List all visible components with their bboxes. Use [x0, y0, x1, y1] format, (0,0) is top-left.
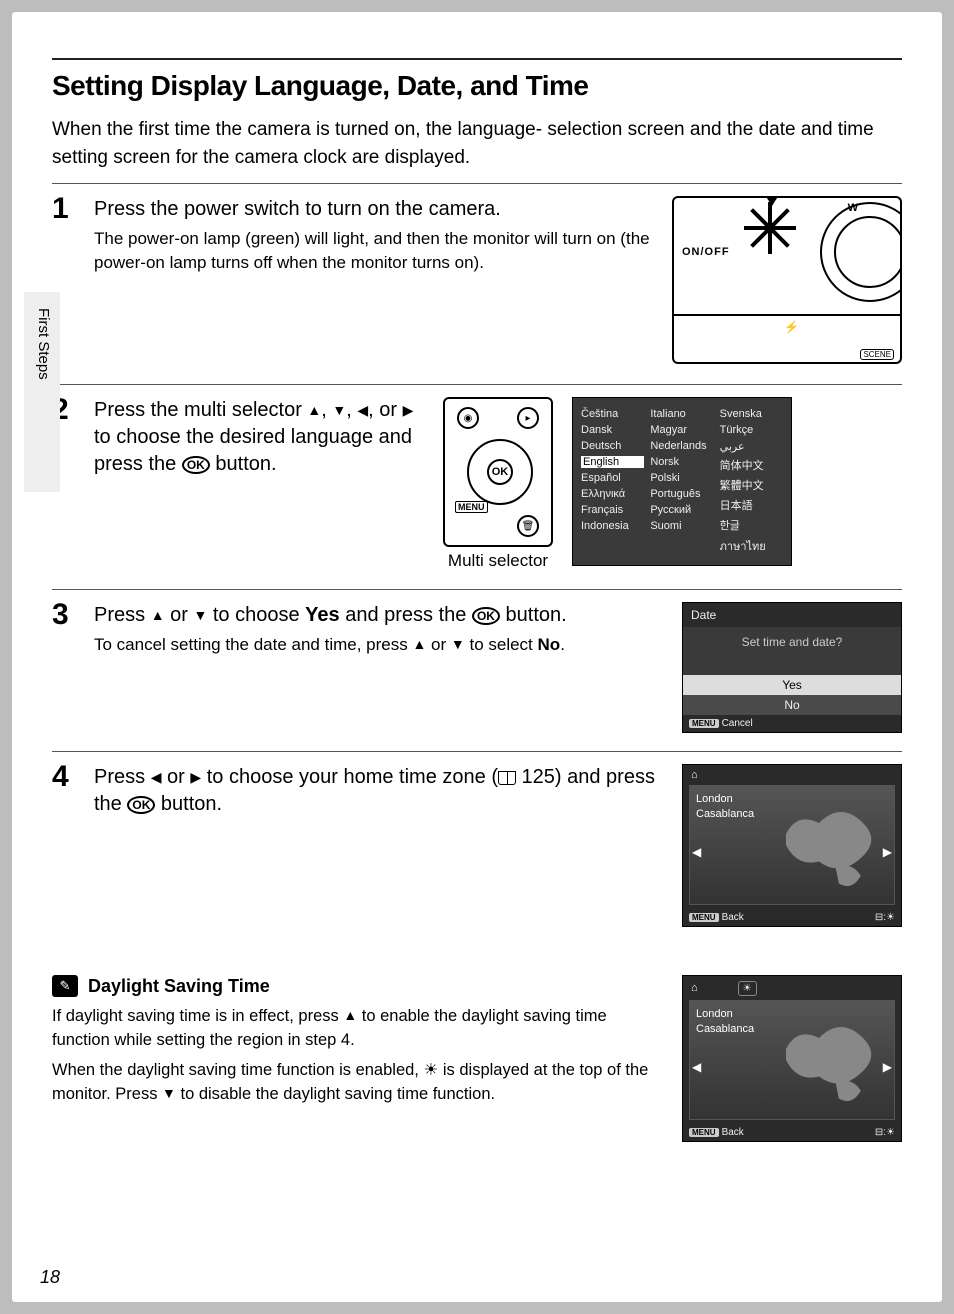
dpad-icon: OK [467, 439, 533, 505]
down-arrow-icon: ▼ [451, 637, 465, 651]
lcd-question: Set time and date? [683, 627, 901, 675]
sun-icon: ☀ [423, 1061, 438, 1079]
right-arrow-icon: ▶ [190, 770, 201, 784]
lang-col-1: ČeštinaDanskDeutschEnglishEspañolΕλληνικ… [581, 408, 644, 555]
right-arrow-icon: ▶ [403, 403, 414, 417]
step-1-title: Press the power switch to turn on the ca… [94, 196, 658, 223]
step-number: 3 [52, 600, 80, 733]
note-body: If daylight saving time is in effect, pr… [52, 1005, 662, 1107]
daylight-saving-note: ✎ Daylight Saving Time If daylight savin… [52, 945, 902, 1142]
dst-hint: ⊟:☀ [875, 1127, 895, 1138]
up-arrow-icon: ▲ [412, 637, 426, 651]
step-2-title: Press the multi selector ▲, ▼, ◀, or ▶ t… [94, 397, 424, 478]
ok-button-icon: OK [182, 456, 210, 474]
lang-col-3: SvenskaTürkçeعربي简体中文繁體中文日本語한글ภาษาไทย [720, 408, 783, 555]
book-icon [498, 771, 516, 785]
language-selection-screen: ČeštinaDanskDeutschEnglishEspañolΕλληνικ… [572, 397, 792, 566]
left-arrow-icon: ◀ [692, 1060, 701, 1074]
timezone-screen: ⌂ LondonCasablanca ◀▶ MENUBack⊟:☀ [682, 764, 902, 927]
section-tab: First Steps [24, 292, 60, 492]
camera-mode-icon: ◉ [457, 407, 479, 429]
world-map: LondonCasablanca ◀▶ [689, 785, 895, 905]
scene-label: SCENE [860, 349, 894, 360]
separator [52, 589, 902, 590]
step-4-title: Press ◀ or ▶ to choose your home time zo… [94, 764, 668, 818]
note-icon: ✎ [52, 975, 78, 997]
manual-page: First Steps Setting Display Language, Da… [12, 12, 942, 1302]
dst-hint: ⊟:☀ [875, 912, 895, 923]
step-3-sub: To cancel setting the date and time, pre… [94, 633, 668, 657]
ok-button-icon: OK [127, 796, 155, 814]
multi-selector-caption: Multi selector [438, 551, 558, 571]
selected-language: English [581, 456, 644, 468]
page-title: Setting Display Language, Date, and Time [52, 70, 902, 102]
intro-text: When the first time the camera is turned… [52, 116, 902, 171]
lang-col-2: ItalianoMagyarNederlandsNorskPolskiPortu… [650, 408, 713, 555]
lcd-footer: MENUBack⊟:☀ [683, 909, 901, 926]
ok-button-icon: OK [472, 607, 500, 625]
step-number: 4 [52, 762, 80, 927]
left-arrow-icon: ◀ [692, 845, 701, 859]
rule-top [52, 58, 902, 60]
separator [52, 183, 902, 184]
step-3: 3 Press ▲ or ▼ to choose Yes and press t… [52, 602, 902, 733]
left-arrow-icon: ◀ [151, 770, 162, 784]
up-arrow-icon: ▲ [343, 1008, 357, 1022]
note-title: Daylight Saving Time [88, 976, 270, 997]
dst-indicator: ☀ [738, 981, 757, 996]
flash-icon: ⚡ [784, 320, 799, 334]
up-arrow-icon: ▲ [307, 403, 321, 417]
multi-selector-illustration: ◉ ▸ OK MENU 🗑 Multi selector [438, 397, 558, 571]
globe-icon [770, 790, 890, 900]
timezone-screen-dst: ⌂ ☀ LondonCasablanca ◀▶ MENUBack⊟:☀ [682, 975, 902, 1142]
up-arrow-icon: ▲ [151, 608, 165, 622]
step-3-title: Press ▲ or ▼ to choose Yes and press the… [94, 602, 668, 629]
power-lamp-icon [750, 208, 790, 248]
separator [52, 751, 902, 752]
delete-icon: 🗑 [517, 515, 539, 537]
option-no: No [683, 695, 901, 715]
camera-illustration: ON/OFF W ⚡ SCENE [672, 196, 902, 366]
menu-button-label: MENU [455, 501, 488, 513]
option-yes: Yes [683, 675, 901, 695]
lcd-footer: MENUCancel [683, 715, 901, 732]
down-arrow-icon: ▼ [162, 1086, 176, 1100]
home-icon: ⌂ [691, 982, 698, 994]
separator [52, 384, 902, 385]
onoff-label: ON/OFF [682, 246, 730, 258]
down-arrow-icon [758, 196, 786, 206]
page-number: 18 [40, 1267, 60, 1288]
step-2: 2 Press the multi selector ▲, ▼, ◀, or ▶… [52, 397, 902, 571]
left-arrow-icon: ◀ [357, 403, 368, 417]
home-icon: ⌂ [691, 769, 901, 781]
date-prompt-screen: Date Set time and date? Yes No MENUCance… [682, 602, 902, 733]
step-1: 1 Press the power switch to turn on the … [52, 196, 902, 366]
lcd-footer: MENUBack⊟:☀ [683, 1124, 901, 1141]
down-arrow-icon: ▼ [193, 608, 207, 622]
step-1-sub: The power-on lamp (green) will light, an… [94, 227, 658, 275]
world-map: LondonCasablanca ◀▶ [689, 1000, 895, 1120]
playback-icon: ▸ [517, 407, 539, 429]
lcd-header: Date [683, 603, 901, 627]
globe-icon [770, 1005, 890, 1115]
mode-dial-icon [820, 202, 902, 302]
down-arrow-icon: ▼ [332, 403, 346, 417]
step-4: 4 Press ◀ or ▶ to choose your home time … [52, 764, 902, 927]
